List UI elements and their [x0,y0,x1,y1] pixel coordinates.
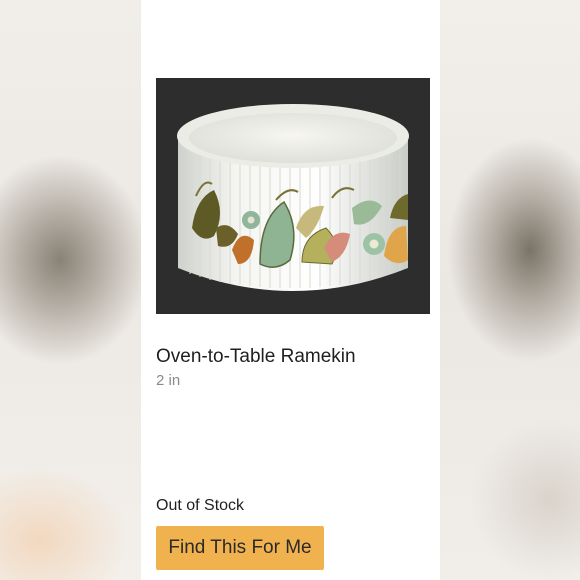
blurred-background-left [0,0,141,580]
product-title: Oven-to-Table Ramekin [156,346,356,367]
product-size: 2 in [156,372,181,389]
find-this-for-me-button[interactable]: Find This For Me [156,526,324,570]
screenshot-stage: Oven-to-Table Ramekin 2 in Out of Stock … [0,0,580,580]
blurred-background-right [440,0,580,580]
stock-status: Out of Stock [156,497,245,514]
product-image[interactable] [156,78,430,314]
product-card: Oven-to-Table Ramekin 2 in Out of Stock … [141,0,440,580]
